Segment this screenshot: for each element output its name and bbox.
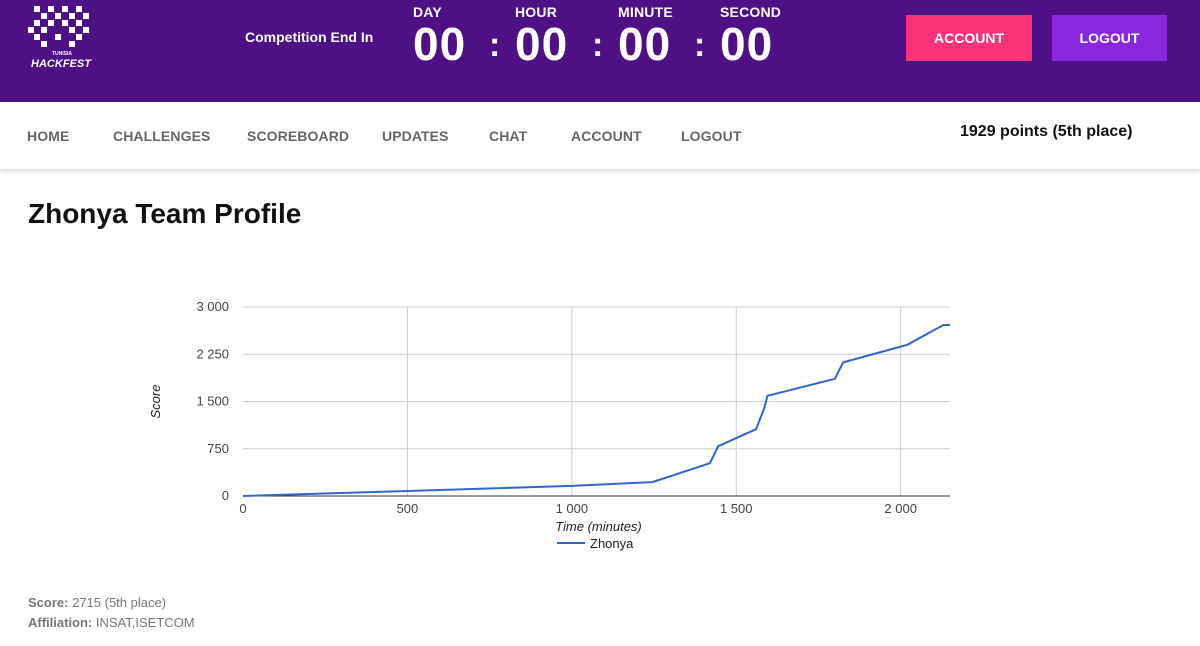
y-tick-label: 2 250 — [196, 346, 229, 361]
countdown-separator: : — [489, 26, 501, 64]
countdown-hour: HOUR 00 — [515, 4, 568, 68]
affiliation-label: Affiliation: — [28, 615, 93, 630]
logo-subtitle: TUNISIA — [52, 51, 72, 57]
nav-chat[interactable]: CHAT — [489, 128, 527, 144]
x-tick-label: 1 000 — [556, 501, 589, 516]
score-info: Score: 2715 (5th place) — [28, 595, 166, 610]
main-nav: HOME CHALLENGES SCOREBOARD UPDATES CHAT … — [0, 102, 1200, 170]
y-tick-label: 1 500 — [196, 394, 229, 409]
logout-button[interactable]: LOGOUT — [1052, 15, 1167, 61]
countdown-separator: : — [592, 26, 604, 64]
countdown-second-value: 00 — [720, 18, 774, 70]
countdown-day: DAY 00 — [413, 4, 466, 68]
affiliation-value: INSAT,ISETCOM — [95, 615, 195, 630]
countdown-minute-value: 00 — [618, 18, 672, 70]
y-tick-label: 3 000 — [196, 299, 229, 314]
x-tick-label: 500 — [397, 501, 419, 516]
countdown-day-value: 00 — [413, 18, 467, 70]
countdown-second: SECOND 00 — [720, 4, 781, 68]
countdown-separator: : — [694, 26, 706, 64]
nav-scoreboard[interactable]: SCOREBOARD — [247, 128, 349, 144]
y-tick-label: 750 — [207, 441, 229, 456]
x-tick-label: 0 — [239, 501, 246, 516]
score-label: Score: — [28, 595, 69, 610]
page-title: Zhonya Team Profile — [28, 198, 302, 229]
account-button[interactable]: ACCOUNT — [906, 15, 1032, 61]
nav-challenges[interactable]: CHALLENGES — [113, 128, 210, 144]
x-tick-label: 1 500 — [720, 501, 753, 516]
score-chart: 0 500 1 000 1 500 2 000 0 750 1 500 2 250 3 000 Ti… — [148, 299, 950, 551]
x-axis-title: Time (minutes) — [555, 519, 642, 534]
nav-logout[interactable]: LOGOUT — [681, 128, 741, 144]
y-tick-label: 0 — [222, 488, 229, 503]
team-points-status: 1929 points (5th place) — [960, 123, 1133, 140]
nav-home[interactable]: HOME — [27, 128, 69, 144]
affiliation-info: Affiliation: INSAT,ISETCOM — [28, 615, 195, 630]
top-header: TUNISIA HACKFEST Competition End In DAY … — [0, 0, 1200, 102]
logo-wordmark: HACKFEST — [31, 58, 92, 70]
nav-updates[interactable]: UPDATES — [382, 128, 449, 144]
x-tick-label: 2 000 — [884, 501, 917, 516]
countdown-minute: MINUTE 00 — [618, 4, 673, 68]
legend-label: Zhonya — [590, 536, 634, 551]
nav-account[interactable]: ACCOUNT — [571, 128, 642, 144]
score-value: 2715 (5th place) — [72, 595, 167, 610]
competition-label: Competition End In — [245, 29, 374, 45]
y-axis-title: Score — [148, 385, 163, 419]
hackfest-logo[interactable]: TUNISIA HACKFEST — [26, 4, 96, 72]
countdown-hour-value: 00 — [515, 18, 569, 70]
